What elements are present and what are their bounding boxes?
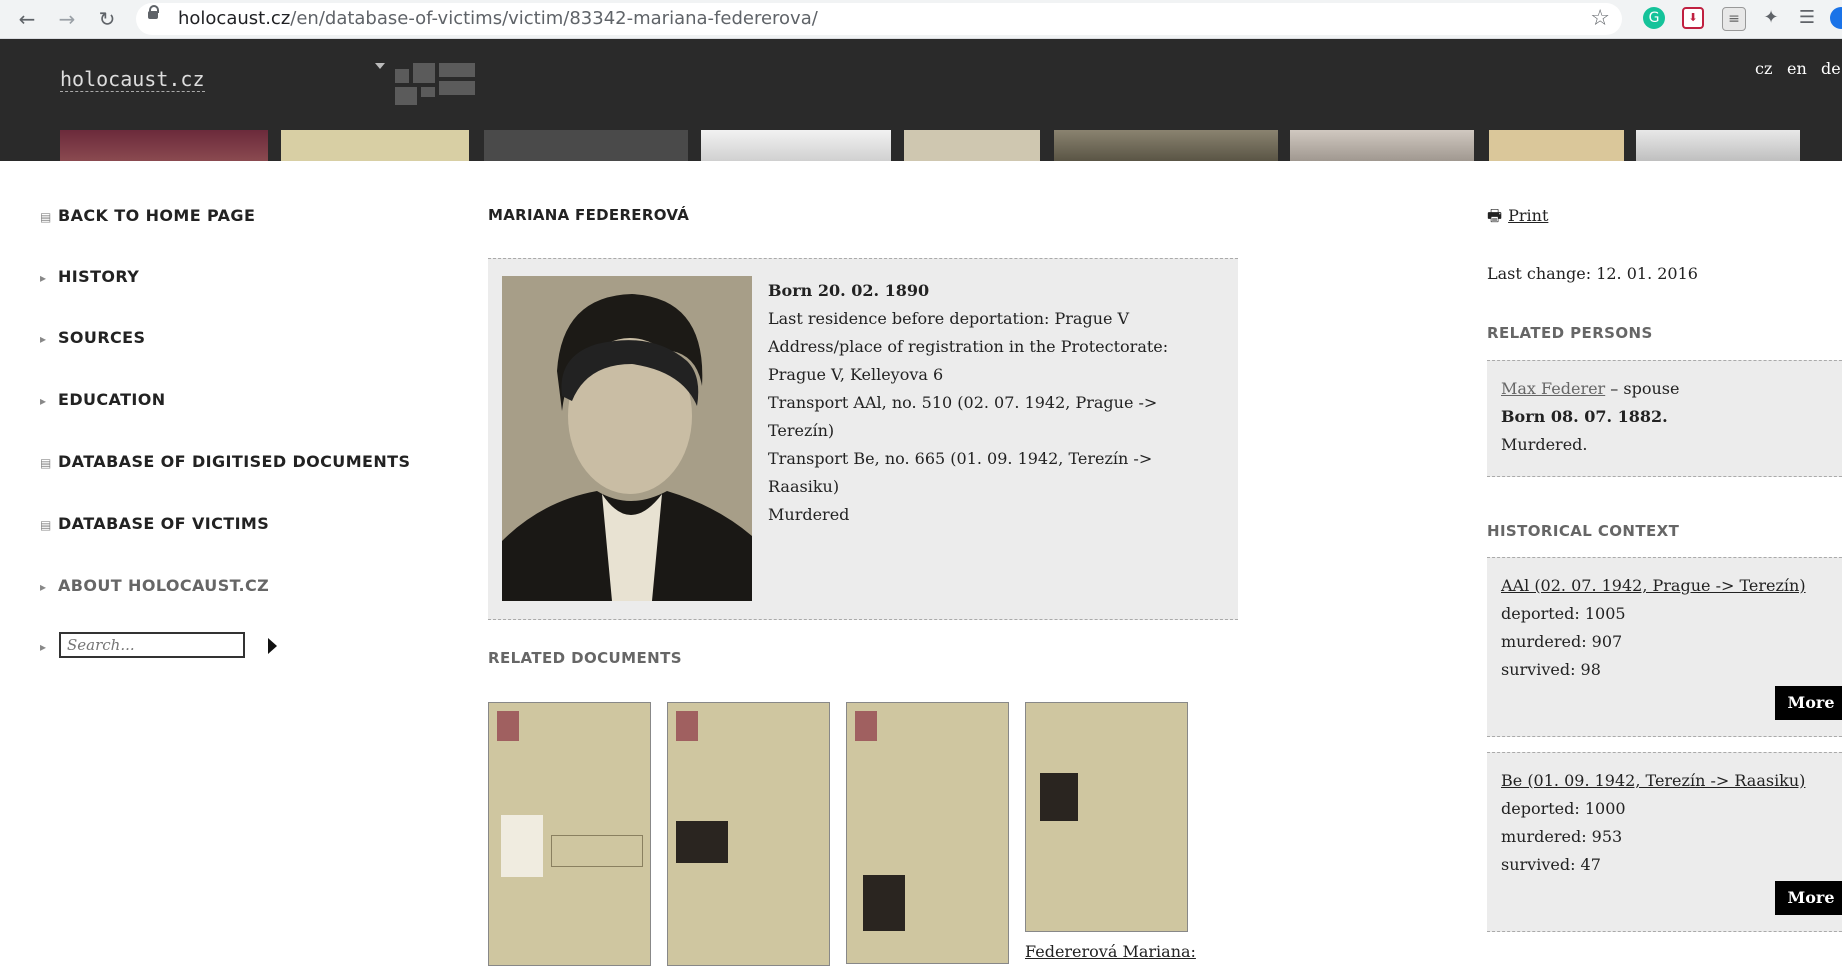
puzzle-extensions-icon[interactable]: ✦ bbox=[1760, 7, 1782, 29]
related-person-fate: Murdered. bbox=[1501, 435, 1588, 454]
sidebar-item-label: EDUCATION bbox=[58, 390, 166, 409]
related-documents-heading: RELATED DOCUMENTS bbox=[488, 649, 682, 667]
gallery-thumbnail[interactable] bbox=[281, 130, 469, 161]
deported-count: deported: 1000 bbox=[1501, 799, 1626, 818]
birth-date: Born 20. 02. 1890 bbox=[768, 281, 930, 300]
sidebar-item-label: DATABASE OF VICTIMS bbox=[58, 514, 270, 533]
document-thumbnail[interactable] bbox=[488, 702, 651, 966]
sidebar-item-home[interactable]: ▤ BACK TO HOME PAGE bbox=[40, 206, 255, 225]
search-bullet-icon: ▸ bbox=[40, 640, 47, 654]
url-text[interactable]: holocaust.cz/en/database-of-victims/vict… bbox=[178, 8, 818, 29]
site-header: holocaust.cz cz en de bbox=[0, 39, 1842, 161]
victim-fate: Murdered bbox=[768, 505, 850, 524]
url-path: /en/database-of-victims/victim/83342-mar… bbox=[290, 8, 818, 29]
sidebar-item-label: SOURCES bbox=[58, 328, 146, 347]
transport-2: Transport Be, no. 665 (01. 09. 1942, Ter… bbox=[768, 449, 1153, 496]
related-person-card: Max Federer – spouse Born 08. 07. 1882. … bbox=[1487, 360, 1842, 477]
sidebar-item-history[interactable]: ▸ HISTORY bbox=[40, 267, 139, 286]
gallery-thumbnail[interactable] bbox=[904, 130, 1040, 161]
transport-link[interactable]: AAl (02. 07. 1942, Prague -> Terezín) bbox=[1501, 576, 1806, 595]
survived-count: survived: 98 bbox=[1501, 660, 1601, 679]
gallery-thumbnail[interactable] bbox=[701, 130, 891, 161]
bookmark-star-icon[interactable]: ☆ bbox=[1590, 6, 1610, 31]
victim-portrait-photo[interactable] bbox=[502, 276, 752, 601]
address-bar[interactable]: holocaust.cz/en/database-of-victims/vict… bbox=[136, 3, 1622, 35]
historical-context-heading: HISTORICAL CONTEXT bbox=[1487, 522, 1680, 540]
last-residence: Last residence before deportation: Pragu… bbox=[768, 309, 1130, 328]
triangle-right-icon: ▸ bbox=[40, 394, 47, 408]
gallery-thumbnail[interactable] bbox=[1054, 130, 1278, 161]
sidebar-item-about[interactable]: ▸ ABOUT HOLOCAUST.CZ bbox=[40, 576, 269, 595]
lang-cz[interactable]: cz bbox=[1755, 59, 1772, 78]
list-icon: ▤ bbox=[40, 210, 52, 224]
sidebar-item-victims[interactable]: ▤ DATABASE OF VICTIMS bbox=[40, 514, 269, 533]
back-arrow-icon[interactable]: ← bbox=[14, 6, 40, 32]
gallery-thumbnail[interactable] bbox=[1636, 130, 1800, 161]
related-person-born: Born 08. 07. 1882. bbox=[1501, 407, 1668, 426]
grammarly-icon[interactable]: G bbox=[1643, 7, 1665, 29]
gallery-thumbnail[interactable] bbox=[1489, 130, 1624, 161]
murdered-count: murdered: 953 bbox=[1501, 827, 1623, 846]
mosaic-logo-icon bbox=[395, 63, 475, 105]
more-button[interactable]: More bbox=[1775, 881, 1842, 915]
lang-de[interactable]: de bbox=[1821, 59, 1841, 78]
deported-count: deported: 1005 bbox=[1501, 604, 1626, 623]
murdered-count: murdered: 907 bbox=[1501, 632, 1623, 651]
reload-icon[interactable]: ↻ bbox=[94, 6, 120, 32]
sidebar-item-label: HISTORY bbox=[58, 267, 140, 286]
victim-info-box: Born 20. 02. 1890 Last residence before … bbox=[488, 258, 1238, 620]
document-thumbnail[interactable] bbox=[846, 702, 1009, 964]
search-input[interactable] bbox=[59, 632, 245, 658]
sidebar-item-digitised-docs[interactable]: ▤ DATABASE OF DIGITISED DOCUMENTS bbox=[40, 452, 410, 471]
transport-1: Transport AAl, no. 510 (02. 07. 1942, Pr… bbox=[768, 393, 1158, 440]
registration-address: Address/place of registration in the Pro… bbox=[768, 337, 1169, 384]
relation: – spouse bbox=[1610, 379, 1680, 398]
sidebar-item-label: BACK TO HOME PAGE bbox=[58, 206, 256, 225]
page-title: MARIANA FEDEREROVÁ bbox=[488, 206, 690, 224]
pocket-icon[interactable]: ⬇ bbox=[1682, 7, 1704, 29]
print-label: Print bbox=[1508, 206, 1549, 225]
gallery-thumbnail[interactable] bbox=[60, 130, 268, 161]
sidebar-item-label: ABOUT HOLOCAUST.CZ bbox=[58, 576, 270, 595]
search-submit-icon[interactable] bbox=[268, 638, 277, 654]
dropdown-triangle-icon[interactable] bbox=[375, 63, 385, 69]
site-logo[interactable]: holocaust.cz bbox=[60, 67, 205, 92]
sidebar-item-label: DATABASE OF DIGITISED DOCUMENTS bbox=[58, 452, 411, 471]
sidebar-item-education[interactable]: ▸ EDUCATION bbox=[40, 390, 166, 409]
list-icon: ▤ bbox=[40, 456, 52, 470]
related-persons-heading: RELATED PERSONS bbox=[1487, 324, 1653, 342]
document-ext-icon[interactable]: ≡ bbox=[1722, 7, 1746, 31]
lock-icon bbox=[148, 5, 159, 19]
transport-card: Be (01. 09. 1942, Terezín -> Raasiku) de… bbox=[1487, 752, 1842, 932]
profile-avatar[interactable] bbox=[1830, 7, 1842, 29]
more-button[interactable]: More bbox=[1775, 686, 1842, 720]
gallery-thumbnail[interactable] bbox=[1290, 130, 1474, 161]
last-change: Last change: 12. 01. 2016 bbox=[1487, 264, 1698, 283]
sidebar-item-sources[interactable]: ▸ SOURCES bbox=[40, 328, 145, 347]
victim-details: Born 20. 02. 1890 Last residence before … bbox=[768, 277, 1208, 529]
browser-toolbar: ← → ↻ holocaust.cz/en/database-of-victim… bbox=[0, 0, 1842, 39]
print-link[interactable]: 🖶 Print bbox=[1487, 205, 1548, 232]
forward-arrow-icon[interactable]: → bbox=[54, 6, 80, 32]
triangle-right-icon: ▸ bbox=[40, 580, 47, 594]
related-person-link[interactable]: Max Federer bbox=[1501, 379, 1605, 398]
gallery-thumbnail[interactable] bbox=[484, 130, 688, 161]
transport-link[interactable]: Be (01. 09. 1942, Terezín -> Raasiku) bbox=[1501, 771, 1805, 790]
triangle-right-icon: ▸ bbox=[40, 332, 47, 346]
document-caption-link[interactable]: Federerová Mariana: bbox=[1025, 942, 1196, 961]
url-domain: holocaust.cz bbox=[178, 8, 291, 29]
printer-icon: 🖶 bbox=[1487, 206, 1503, 225]
triangle-right-icon: ▸ bbox=[40, 271, 47, 285]
lang-en[interactable]: en bbox=[1787, 59, 1807, 78]
document-thumbnail[interactable] bbox=[667, 702, 830, 966]
transport-card: AAl (02. 07. 1942, Prague -> Terezín) de… bbox=[1487, 557, 1842, 737]
list-icon: ▤ bbox=[40, 518, 52, 532]
survived-count: survived: 47 bbox=[1501, 855, 1601, 874]
document-thumbnail[interactable] bbox=[1025, 702, 1188, 932]
reading-list-icon[interactable]: ☰ bbox=[1796, 7, 1818, 29]
